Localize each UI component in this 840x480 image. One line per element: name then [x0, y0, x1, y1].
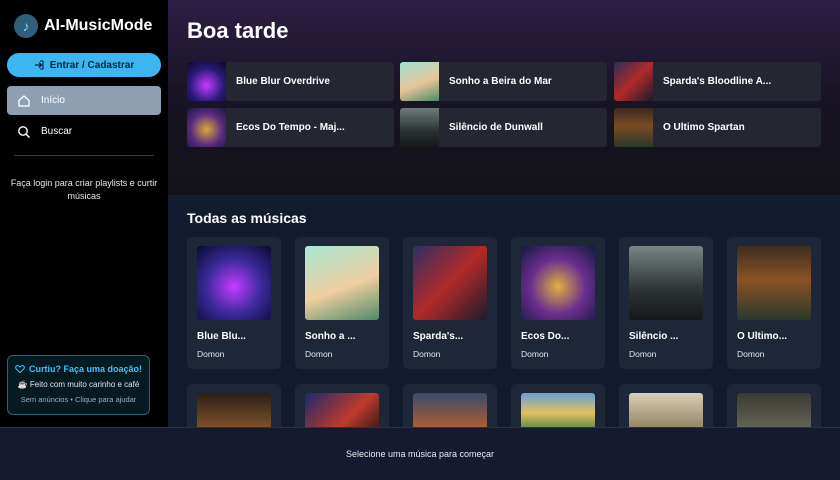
album-cover [737, 393, 811, 427]
album-cover [400, 108, 439, 147]
donation-note: Sem anúncios • Clique para ajudar [20, 395, 137, 404]
album-cover [413, 393, 487, 427]
donation-title: Curtiu? Faça uma doação! [8, 364, 149, 374]
album-cover [305, 246, 379, 320]
page-title: Boa tarde [187, 18, 289, 43]
sidebar: ♪ AI-MusicMode Entrar / Cadastrar Início… [0, 0, 168, 427]
quick-pick-item[interactable]: Blue Blur Overdrive [187, 62, 394, 101]
album-cover [614, 62, 653, 101]
song-artist: Domon [197, 349, 225, 359]
album-cover [413, 246, 487, 320]
album-cover [187, 62, 226, 101]
album-cover [629, 393, 703, 427]
song-title: Sonho a ... [305, 331, 356, 342]
song-artist: Domon [305, 349, 333, 359]
song-card[interactable] [187, 384, 281, 427]
album-cover [400, 62, 439, 101]
login-icon [34, 60, 44, 70]
album-cover [737, 246, 811, 320]
song-card[interactable] [619, 384, 713, 427]
player-bar: Selecione uma música para começar [0, 427, 840, 480]
song-card[interactable]: Ecos Do... Domon [511, 237, 605, 369]
song-title: O Ultimo... [737, 331, 787, 342]
song-card[interactable] [727, 384, 821, 427]
login-button[interactable]: Entrar / Cadastrar [7, 53, 161, 77]
song-card[interactable]: Sparda's... Domon [403, 237, 497, 369]
song-title: Blue Blu... [197, 331, 246, 342]
main-content: Boa tarde Blue Blur Overdrive Sonho a Be… [168, 0, 840, 427]
heart-icon [15, 365, 25, 374]
sidebar-divider [14, 155, 154, 156]
quick-pick-item[interactable]: Ecos Do Tempo - Maj... [187, 108, 394, 147]
song-title: Ecos Do... [521, 331, 570, 342]
song-title: Sparda's... [413, 331, 464, 342]
donation-card[interactable]: Curtiu? Faça uma doação! ☕ Feito com mui… [7, 355, 150, 415]
quick-pick-item[interactable]: Sonho a Beira do Mar [400, 62, 607, 101]
nav-item-label: Buscar [41, 126, 73, 137]
quick-pick-item[interactable]: Sparda's Bloodline A... [614, 62, 821, 101]
album-cover [521, 393, 595, 427]
login-hint: Faça login para criar playlists e curtir… [10, 178, 158, 201]
all-songs-section: Todas as músicas Blue Blu... Domon Sonho… [168, 195, 840, 427]
song-card[interactable]: Silêncio ... Domon [619, 237, 713, 369]
album-cover [305, 393, 379, 427]
brand[interactable]: ♪ AI-MusicMode [14, 14, 152, 38]
album-cover [197, 246, 271, 320]
nav-item-label: Início [41, 95, 65, 106]
song-card[interactable]: O Ultimo... Domon [727, 237, 821, 369]
song-title: Silêncio ... [629, 331, 679, 342]
nav-item-search[interactable]: Buscar [7, 117, 161, 146]
song-artist: Domon [521, 349, 549, 359]
section-title: Todas as músicas [187, 210, 307, 226]
song-artist: Domon [629, 349, 657, 359]
album-cover [521, 246, 595, 320]
login-button-label: Entrar / Cadastrar [49, 59, 135, 71]
song-card[interactable]: Blue Blu... Domon [187, 237, 281, 369]
app-name: AI-MusicMode [44, 17, 153, 34]
album-cover [197, 393, 271, 427]
song-card[interactable]: Sonho a ... Domon [295, 237, 389, 369]
nav-item-home[interactable]: Início [7, 86, 161, 115]
song-card[interactable] [511, 384, 605, 427]
coffee-icon: ☕ [17, 380, 28, 389]
album-cover [614, 108, 653, 147]
home-icon [17, 94, 31, 108]
song-artist: Domon [413, 349, 441, 359]
song-card[interactable] [295, 384, 389, 427]
player-message: Selecione uma música para começar [345, 449, 495, 459]
quick-pick-item[interactable]: O Ultimo Spartan [614, 108, 821, 147]
donation-subtitle: ☕ Feito com muito carinho e café [17, 380, 140, 389]
music-note-icon: ♪ [14, 14, 38, 38]
song-card[interactable] [403, 384, 497, 427]
album-cover [187, 108, 226, 147]
greeting-section: Boa tarde Blue Blur Overdrive Sonho a Be… [168, 0, 840, 195]
album-cover [629, 246, 703, 320]
song-artist: Domon [737, 349, 765, 359]
search-icon [17, 125, 31, 139]
quick-pick-item[interactable]: Silêncio de Dunwall [400, 108, 607, 147]
